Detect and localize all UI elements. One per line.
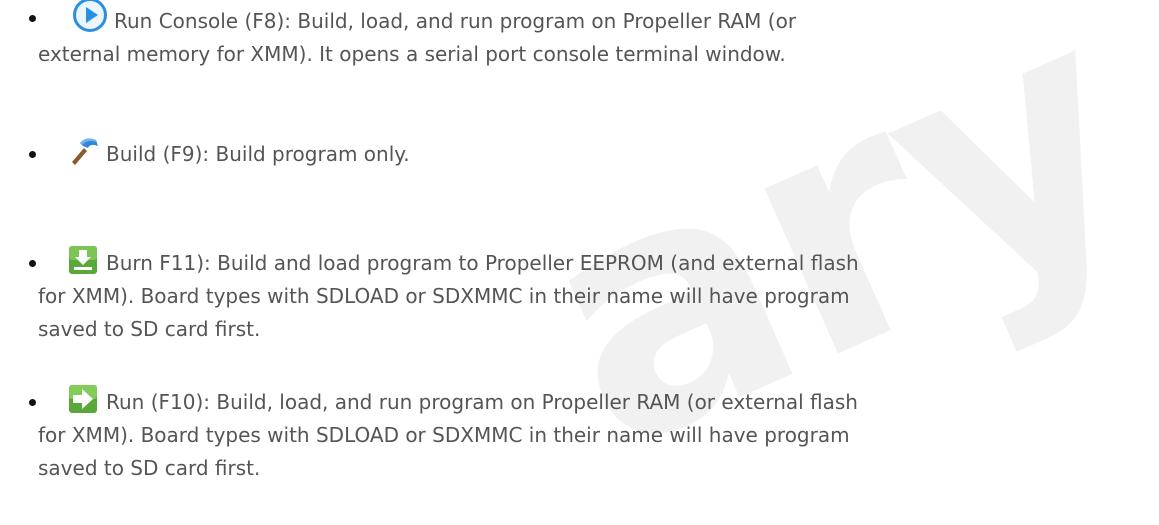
item-line: Run (F10): Build, load, and run program … xyxy=(106,390,858,414)
bullet xyxy=(29,151,36,158)
hammer-icon[interactable] xyxy=(68,134,100,166)
item-text: Run (F10): Build, load, and run program … xyxy=(38,385,1156,485)
play-circle-icon[interactable] xyxy=(72,0,108,33)
item-line: Run Console (F8): Build, load, and run p… xyxy=(114,9,797,33)
bullet xyxy=(29,15,36,22)
item-line: Build (F9): Build program only. xyxy=(106,142,410,166)
bullet xyxy=(29,260,36,267)
item-line: external memory for XMM). It opens a ser… xyxy=(38,42,786,66)
download-arrow-icon[interactable] xyxy=(68,245,98,275)
item-line: for XMM). Board types with SDLOAD or SDX… xyxy=(38,423,850,447)
item-line: Burn F11): Build and load program to Pro… xyxy=(106,251,859,275)
right-arrow-icon[interactable] xyxy=(68,384,98,414)
item-text: Run Console (F8): Build, load, and run p… xyxy=(38,0,1156,71)
bullet xyxy=(29,399,36,406)
item-text: Burn F11): Build and load program to Pro… xyxy=(38,246,1156,346)
item-line: saved to SD card first. xyxy=(38,317,261,341)
item-line: for XMM). Board types with SDLOAD or SDX… xyxy=(38,284,850,308)
item-text: Build (F9): Build program only. xyxy=(72,138,1156,171)
item-line: saved to SD card first. xyxy=(38,456,261,480)
